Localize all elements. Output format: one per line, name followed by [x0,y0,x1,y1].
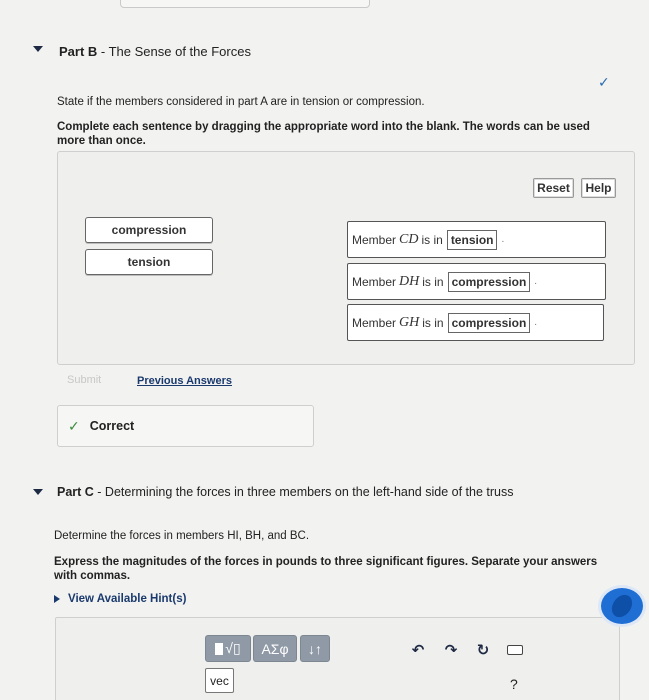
sentence-middle: is in [421,232,443,247]
correct-label: Correct [89,419,135,433]
view-hints-toggle[interactable]: View Available Hint(s) [54,593,186,605]
part-b-directions: Complete each sentence by dragging the a… [57,121,590,147]
floating-assistant-icon[interactable] [598,585,646,627]
hint-label: View Available Hint(s) [68,593,187,605]
part-b-title[interactable]: Part B - The Sense of the Forces [59,44,251,59]
vec-button[interactable]: vec [205,668,234,693]
part-b-instruction: State if the members considered in part … [57,96,425,108]
sentence-period: . [501,234,505,245]
sentence-prefix: Member [352,315,397,330]
sentence-period: . [534,317,538,328]
member-name: GH [399,314,420,330]
reset-answer-icon[interactable]: ↻ [474,641,492,659]
previous-answers-link[interactable]: Previous Answers [137,375,232,387]
sentence-middle: is in [422,315,444,330]
undo-icon[interactable]: ↶ [409,641,427,659]
symbols-button[interactable]: ΑΣφ [253,635,297,662]
correct-check-icon: ✓ [68,417,80,434]
word-tile-compression[interactable]: compression [85,217,213,243]
reset-button[interactable]: Reset [533,178,574,198]
templates-button[interactable]: √▯ [205,635,251,662]
sentence-member-cd: Member CD is in tension . [347,221,606,258]
drop-target-cd[interactable]: tension [446,229,498,250]
sort-button[interactable]: ↓↑ [300,635,330,662]
sentence-prefix: Member [352,274,397,289]
drop-target-dh[interactable]: compression [447,271,531,292]
previous-part-box [120,0,370,8]
part-c-instruction: Determine the forces in members HI, BH, … [54,530,310,542]
collapse-part-b-caret-icon[interactable] [33,46,43,52]
templates-label: √▯ [225,640,241,656]
math-help-button[interactable]: ? [510,676,518,692]
word-tile-tension[interactable]: tension [85,249,213,275]
sentence-prefix: Member [352,232,397,247]
drop-target-gh[interactable]: compression [447,312,531,333]
member-name: DH [399,273,420,289]
part-c-directions: Express the magnitudes of the forces in … [54,556,598,582]
submit-button[interactable]: Submit [67,374,101,386]
redo-icon[interactable]: ↷ [442,641,460,659]
correct-feedback: ✓ Correct [57,405,314,447]
help-button[interactable]: Help [581,178,616,198]
template-box-icon [215,642,224,655]
collapse-part-c-caret-icon[interactable] [33,489,43,495]
sentence-period: . [534,276,538,287]
expand-triangle-icon [54,595,60,603]
part-c-title[interactable]: Part C - Determining the forces in three… [57,485,513,499]
part-complete-check-icon: ✓ [598,74,610,90]
sentence-member-gh: Member GH is in compression . [347,304,604,341]
answer-input-area [55,617,620,700]
sentence-middle: is in [422,274,444,289]
sentence-member-dh: Member DH is in compression . [347,263,606,300]
keyboard-icon[interactable] [507,645,523,655]
member-name: CD [399,231,419,247]
